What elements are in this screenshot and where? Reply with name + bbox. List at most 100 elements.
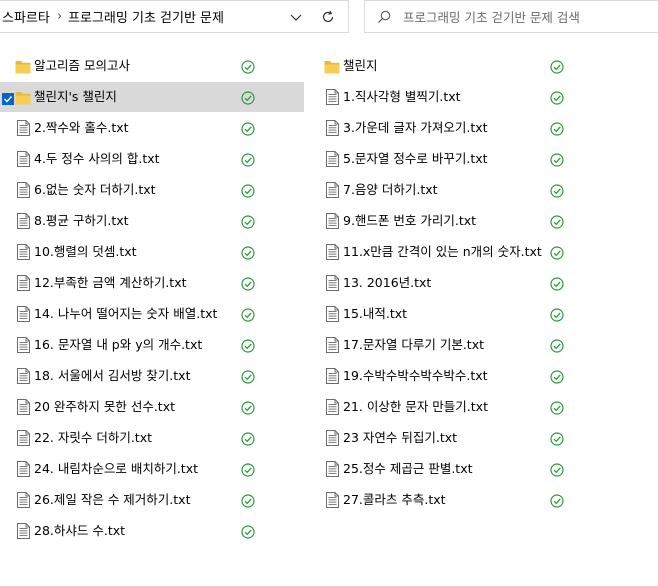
text-file-icon: [17, 213, 30, 233]
item-name: 20 완주하지 못한 선수.txt: [34, 399, 175, 414]
breadcrumb-current[interactable]: 프로그래밍 기초 걷기반 문제: [68, 7, 224, 26]
synced-check-icon: [550, 152, 564, 167]
file-item[interactable]: 6.없는 숫자 더하기.txt: [0, 175, 304, 205]
item-name: 19.수박수박수박수박수.txt: [343, 368, 488, 383]
item-name: 15.내적.txt: [343, 306, 408, 321]
item-name: 챌린지's 챌린지: [34, 89, 117, 104]
synced-check-icon: [241, 307, 255, 322]
text-file-icon: [17, 244, 30, 264]
synced-check-icon: [241, 338, 255, 353]
file-item[interactable]: 14. 나누어 떨어지는 숫자 배열.txt: [0, 299, 304, 329]
item-name: 12.부족한 금액 계산하기.txt: [34, 275, 187, 290]
item-name: 13. 2016년.txt: [343, 275, 432, 290]
text-file-icon: [326, 399, 339, 419]
file-item[interactable]: 1.직사각형 별찍기.txt: [309, 82, 609, 112]
file-item[interactable]: 9.핸드폰 번호 가리기.txt: [309, 206, 609, 236]
folder-item[interactable]: 알고리즘 모의고사: [0, 51, 304, 81]
file-item[interactable]: 26.제일 작은 수 제거하기.txt: [0, 485, 304, 515]
file-item[interactable]: 17.문자열 다루기 기본.txt: [309, 330, 609, 360]
synced-check-icon: [241, 214, 255, 229]
synced-check-icon: [241, 462, 255, 477]
item-name: 26.제일 작은 수 제거하기.txt: [34, 492, 191, 507]
file-item[interactable]: 2.짝수와 홀수.txt: [0, 113, 304, 143]
text-file-icon: [17, 461, 30, 481]
file-item[interactable]: 22. 자릿수 더하기.txt: [0, 423, 304, 453]
item-name: 2.짝수와 홀수.txt: [34, 120, 129, 135]
file-item[interactable]: 27.콜라츠 추측.txt: [309, 485, 609, 515]
synced-check-icon: [241, 121, 255, 136]
synced-check-icon: [550, 462, 564, 477]
chevron-down-icon[interactable]: [289, 10, 303, 24]
search-input[interactable]: 프로그래밍 기초 걷기반 문제 검색: [403, 7, 580, 26]
file-item[interactable]: 11.x만큼 간격이 있는 n개의 숫자.txt: [309, 237, 609, 267]
synced-check-icon: [241, 431, 255, 446]
item-name: 24. 내림차순으로 배치하기.txt: [34, 461, 198, 476]
file-item[interactable]: 12.부족한 금액 계산하기.txt: [0, 268, 304, 298]
text-file-icon: [17, 368, 30, 388]
folder-icon: [15, 90, 31, 109]
folder-item[interactable]: 챌린지's 챌린지: [0, 82, 304, 112]
file-item[interactable]: 15.내적.txt: [309, 299, 609, 329]
item-name: 6.없는 숫자 더하기.txt: [34, 182, 156, 197]
file-item[interactable]: 23 자연수 뒤집기.txt: [309, 423, 609, 453]
synced-check-icon: [550, 59, 564, 74]
text-file-icon: [326, 151, 339, 171]
file-item[interactable]: 13. 2016년.txt: [309, 268, 609, 298]
top-toolbar: 스파르타 › 프로그래밍 기초 걷기반 문제 프로그래밍 기초 걷기반 문제 검…: [0, 0, 658, 34]
item-name: 11.x만큼 간격이 있는 n개의 숫자.txt: [343, 244, 542, 259]
synced-check-icon: [241, 90, 255, 105]
synced-check-icon: [241, 493, 255, 508]
refresh-icon[interactable]: [321, 10, 335, 24]
breadcrumb-root[interactable]: 스파르타: [2, 7, 50, 26]
file-item[interactable]: 28.하샤드 수.txt: [0, 516, 304, 546]
item-name: 28.하샤드 수.txt: [34, 523, 126, 538]
item-name: 3.가운데 글자 가져오기.txt: [343, 120, 488, 135]
item-name: 9.핸드폰 번호 가리기.txt: [343, 213, 477, 228]
text-file-icon: [17, 182, 30, 202]
file-item[interactable]: 3.가운데 글자 가져오기.txt: [309, 113, 609, 143]
synced-check-icon: [550, 214, 564, 229]
text-file-icon: [326, 244, 339, 264]
selection-checkbox[interactable]: [2, 90, 14, 105]
item-name: 4.두 정수 사의의 합.txt: [34, 151, 160, 166]
item-name: 25.정수 제곱근 판별.txt: [343, 461, 473, 476]
file-item[interactable]: 19.수박수박수박수박수.txt: [309, 361, 609, 391]
synced-check-icon: [550, 307, 564, 322]
item-name: 14. 나누어 떨어지는 숫자 배열.txt: [34, 306, 218, 321]
file-item[interactable]: 16. 문자열 내 p와 y의 개수.txt: [0, 330, 304, 360]
item-name: 23 자연수 뒤집기.txt: [343, 430, 458, 445]
synced-check-icon: [241, 245, 255, 260]
search-box[interactable]: 프로그래밍 기초 걷기반 문제 검색: [364, 0, 658, 33]
synced-check-icon: [550, 338, 564, 353]
synced-check-icon: [241, 152, 255, 167]
text-file-icon: [326, 120, 339, 140]
file-item[interactable]: 7.음양 더하기.txt: [309, 175, 609, 205]
file-item[interactable]: 5.문자열 정수로 바꾸기.txt: [309, 144, 609, 174]
item-name: 22. 자릿수 더하기.txt: [34, 430, 152, 445]
file-item[interactable]: 21. 이상한 문자 만들기.txt: [309, 392, 609, 422]
text-file-icon: [326, 461, 339, 481]
synced-check-icon: [241, 183, 255, 198]
file-item[interactable]: 4.두 정수 사의의 합.txt: [0, 144, 304, 174]
synced-check-icon: [550, 121, 564, 136]
synced-check-icon: [550, 400, 564, 415]
item-name: 17.문자열 다루기 기본.txt: [343, 337, 484, 352]
synced-check-icon: [241, 369, 255, 384]
synced-check-icon: [241, 400, 255, 415]
file-item[interactable]: 10.행렬의 덧셈.txt: [0, 237, 304, 267]
text-file-icon: [326, 275, 339, 295]
file-item[interactable]: 24. 내림차순으로 배치하기.txt: [0, 454, 304, 484]
file-item[interactable]: 18. 서울에서 김서방 찾기.txt: [0, 361, 304, 391]
file-item[interactable]: 8.평균 구하기.txt: [0, 206, 304, 236]
item-name: 21. 이상한 문자 만들기.txt: [343, 399, 488, 414]
file-item[interactable]: 20 완주하지 못한 선수.txt: [0, 392, 304, 422]
file-item[interactable]: 25.정수 제곱근 판별.txt: [309, 454, 609, 484]
text-file-icon: [326, 182, 339, 202]
folder-item[interactable]: 챌린지: [309, 51, 609, 81]
folder-icon: [15, 59, 31, 78]
item-name: 16. 문자열 내 p와 y의 개수.txt: [34, 337, 203, 352]
address-bar[interactable]: 스파르타 › 프로그래밍 기초 걷기반 문제: [0, 0, 349, 33]
breadcrumb-separator[interactable]: ›: [57, 9, 61, 24]
text-file-icon: [17, 399, 30, 419]
synced-check-icon: [550, 90, 564, 105]
